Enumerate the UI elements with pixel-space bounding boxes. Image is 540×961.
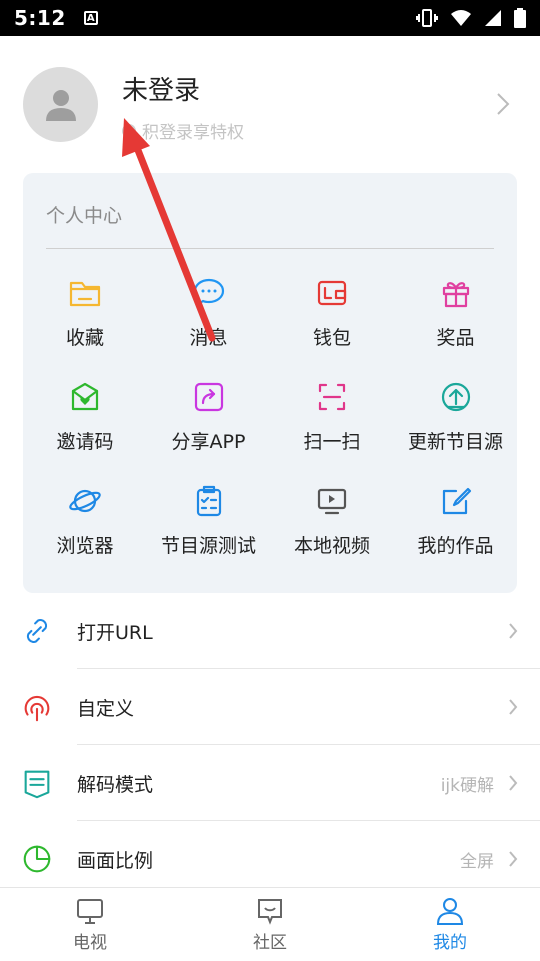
grid-item-3[interactable]: 奖品	[394, 263, 518, 363]
grid-item-0[interactable]: 收藏	[23, 263, 147, 363]
settings-row-value: 全屏	[460, 851, 494, 872]
grid-item-1[interactable]: 消息	[147, 263, 271, 363]
clipboard-check-icon	[191, 483, 227, 519]
personal-center-panel: 个人中心 收藏 消息 钱包 奖品邀请码 分享APP 扫一扫 更新节目源浏览器 节目源测试 本地视…	[23, 173, 517, 593]
signal-icon	[485, 10, 501, 26]
link-icon	[20, 614, 54, 648]
chevron-right-icon	[509, 699, 518, 715]
status-bar: 5:12 A	[0, 0, 540, 36]
monitor-play-icon	[314, 483, 350, 519]
grid-item-label: 浏览器	[56, 535, 114, 557]
person-icon	[435, 896, 465, 926]
login-subtitle-text: 积登录享特权	[142, 123, 244, 143]
upload-circle-icon	[438, 379, 474, 415]
grid-item-label: 收藏	[65, 327, 104, 349]
grid-item-label: 钱包	[312, 327, 351, 349]
grid-item-label: 我的作品	[417, 535, 494, 557]
grid-item-6[interactable]: 扫一扫	[270, 367, 394, 467]
grid-item-label: 分享APP	[171, 431, 246, 453]
avatar[interactable]	[23, 67, 98, 142]
points-icon	[122, 123, 136, 138]
tab-tv[interactable]: 电视	[0, 888, 180, 961]
tab-person[interactable]: 我的	[360, 888, 540, 961]
grid-item-11[interactable]: 我的作品	[394, 471, 518, 571]
grid-item-4[interactable]: 邀请码	[23, 367, 147, 467]
gift-icon	[438, 275, 474, 311]
custom-icon	[20, 690, 54, 724]
tv-icon	[75, 896, 105, 926]
default-user-icon	[45, 89, 76, 121]
chevron-right-icon[interactable]	[496, 92, 510, 116]
grid-item-8[interactable]: 浏览器	[23, 471, 147, 571]
settings-row-3[interactable]: 画面比例 全屏	[0, 821, 540, 897]
grid-item-2[interactable]: 钱包	[270, 263, 394, 363]
notification-a-icon: A	[83, 11, 98, 25]
battery-icon	[514, 8, 526, 28]
settings-row-label: 打开URL	[77, 621, 153, 644]
status-time: 5:12	[14, 6, 66, 30]
chevron-right-icon	[509, 775, 518, 791]
status-icons	[416, 8, 526, 28]
panel-title: 个人中心	[46, 205, 123, 227]
grid-item-label: 消息	[189, 327, 228, 349]
bottom-tab-bar: 电视 社区 我的	[0, 887, 540, 960]
settings-row-2[interactable]: 解码模式 ijk硬解	[0, 745, 540, 821]
tab-label: 电视	[73, 933, 107, 953]
settings-row-0[interactable]: 打开URL	[0, 593, 540, 669]
grid-item-label: 节目源测试	[160, 535, 256, 557]
login-subtitle: 积登录享特权	[122, 118, 244, 143]
folder-icon	[67, 275, 103, 311]
planet-icon	[67, 483, 103, 519]
grid-item-7[interactable]: 更新节目源	[394, 367, 518, 467]
chat-bubble-icon	[191, 275, 227, 311]
grid-item-label: 邀请码	[56, 431, 114, 453]
vibrate-icon	[416, 9, 438, 27]
tab-label: 社区	[253, 933, 287, 953]
profile-header[interactable]: 未登录 积登录享特权	[0, 36, 540, 172]
grid-item-label: 本地视频	[293, 535, 370, 557]
share-icon	[191, 379, 227, 415]
chevron-right-icon	[509, 623, 518, 639]
settings-row-1[interactable]: 自定义	[0, 669, 540, 745]
grid-item-10[interactable]: 本地视频	[270, 471, 394, 571]
tab-community[interactable]: 社区	[180, 888, 360, 961]
login-title[interactable]: 未登录	[122, 70, 200, 107]
grid-item-label: 奖品	[436, 327, 475, 349]
grid-item-label: 扫一扫	[303, 431, 361, 453]
settings-row-label: 画面比例	[77, 849, 154, 872]
tag-list-icon	[20, 766, 54, 800]
chevron-right-icon	[509, 851, 518, 867]
grid-item-5[interactable]: 分享APP	[147, 367, 271, 467]
edit-square-icon	[438, 483, 474, 519]
settings-row-label: 自定义	[77, 697, 135, 720]
tab-label: 我的	[433, 933, 467, 953]
wifi-icon	[451, 10, 471, 26]
community-icon	[255, 896, 285, 926]
wallet-icon	[314, 275, 350, 311]
scan-icon	[314, 379, 350, 415]
settings-row-label: 解码模式	[77, 773, 154, 796]
settings-row-value: ijk硬解	[440, 775, 494, 796]
divider	[46, 248, 494, 249]
envelope-heart-icon	[67, 379, 103, 415]
pie-chart-icon	[20, 842, 54, 876]
grid-item-label: 更新节目源	[407, 431, 503, 453]
grid-item-9[interactable]: 节目源测试	[147, 471, 271, 571]
